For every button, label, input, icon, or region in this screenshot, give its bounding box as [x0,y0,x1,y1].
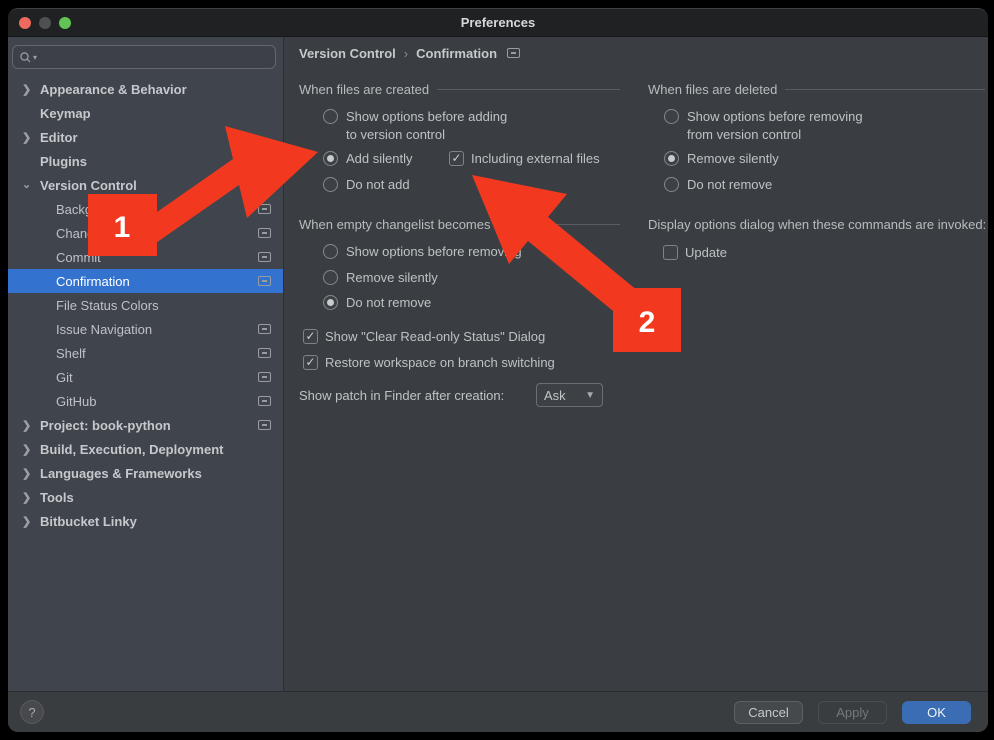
screen-settings-icon [258,396,271,406]
section-empty-changelist: When empty changelist becomes inactive [299,216,620,232]
settings-search-box[interactable]: ▾ [12,45,276,69]
breadcrumb-version-control[interactable]: Version Control [299,46,396,61]
settings-sidebar: ▾ ❯Appearance & Behavior Keymap ❯Editor … [8,37,284,691]
chevron-right-icon: ❯ [22,515,40,528]
minimize-icon[interactable] [39,17,51,29]
radio-icon[interactable] [664,177,679,192]
sidebar-item-tools[interactable]: ❯Tools [8,485,283,509]
zoom-icon[interactable] [59,17,71,29]
chevron-down-icon: ⌄ [22,178,40,191]
checkbox-unchecked-icon[interactable] [663,245,678,260]
screen-settings-icon [258,420,271,430]
sidebar-item-background[interactable]: Background [8,197,283,221]
radio-selected-icon[interactable] [323,151,338,166]
sidebar-item-project-book-python[interactable]: ❯Project: book-python [8,413,283,437]
sidebar-item-editor[interactable]: ❯Editor [8,125,283,149]
titlebar: Preferences [8,9,988,37]
radio-icon[interactable] [323,109,338,124]
search-filter-chevron-icon[interactable]: ▾ [33,53,37,62]
sidebar-item-bitbucket-linky[interactable]: ❯Bitbucket Linky [8,509,283,533]
sidebar-item-changelists[interactable]: Changelists [8,221,283,245]
breadcrumb: Version Control › Confirmation [299,43,520,63]
screen-settings-icon [258,228,271,238]
breadcrumb-confirmation: Confirmation [416,46,497,61]
radio-show-options-before-removing[interactable]: Show options before removing [323,243,522,261]
chevron-right-icon: ❯ [22,491,40,504]
dialog-footer: ? Cancel Apply OK [8,691,988,732]
combo-chevron-down-icon: ▼ [585,390,595,401]
checkbox-including-external-files[interactable]: Including external files [449,150,600,168]
checkbox-checked-icon[interactable] [303,329,318,344]
section-display-options-dialog: Display options dialog when these comman… [648,216,988,232]
show-patch-label: Show patch in Finder after creation: [299,387,504,405]
screen-settings-icon [507,48,520,58]
search-input[interactable] [41,50,269,65]
screen-settings-icon [258,348,271,358]
chevron-right-icon: ❯ [22,467,40,480]
screen-settings-icon [258,324,271,334]
ok-button[interactable]: OK [902,701,971,724]
radio-do-not-remove-changelist[interactable]: Do not remove [323,294,431,312]
sidebar-item-github[interactable]: GitHub [8,389,283,413]
apply-button[interactable]: Apply [818,701,887,724]
checkbox-checked-icon[interactable] [449,151,464,166]
sidebar-item-shelf[interactable]: Shelf [8,341,283,365]
cancel-button[interactable]: Cancel [734,701,803,724]
breadcrumb-separator: › [404,46,408,61]
chevron-right-icon: ❯ [22,419,40,432]
search-icon [19,51,32,64]
sidebar-item-git[interactable]: Git [8,365,283,389]
sidebar-item-confirmation[interactable]: Confirmation [8,269,283,293]
preferences-window: Preferences ▾ ❯Appearance & Behavior Key… [8,8,988,732]
radio-icon[interactable] [323,270,338,285]
checkbox-restore-workspace[interactable]: Restore workspace on branch switching [303,354,555,372]
show-patch-combobox[interactable]: Ask ▼ [536,383,603,407]
sidebar-item-version-control[interactable]: ⌄Version Control [8,173,283,197]
radio-do-not-add[interactable]: Do not add [323,176,410,194]
sidebar-item-plugins[interactable]: Plugins [8,149,283,173]
radio-show-options-before-removing-vcs[interactable]: Show options before removingfrom version… [664,108,924,144]
checkbox-update[interactable]: Update [663,244,727,262]
screen-settings-icon [258,276,271,286]
settings-content: Version Control › Confirmation When file… [284,37,988,691]
radio-icon[interactable] [323,177,338,192]
screen-settings-icon [258,204,271,214]
sidebar-item-file-status-colors[interactable]: File Status Colors [8,293,283,317]
window-title: Preferences [461,15,535,30]
sidebar-item-languages-frameworks[interactable]: ❯Languages & Frameworks [8,461,283,485]
chevron-right-icon: ❯ [22,443,40,456]
traffic-lights [19,17,71,29]
radio-selected-icon[interactable] [664,151,679,166]
radio-selected-icon[interactable] [323,295,338,310]
sidebar-item-issue-navigation[interactable]: Issue Navigation [8,317,283,341]
radio-do-not-remove[interactable]: Do not remove [664,176,772,194]
close-icon[interactable] [19,17,31,29]
sidebar-item-keymap[interactable]: Keymap [8,101,283,125]
section-when-files-deleted: When files are deleted [648,81,985,97]
radio-show-options-before-adding[interactable]: Show options before addingto version con… [323,108,573,144]
sidebar-item-build-execution-deployment[interactable]: ❯Build, Execution, Deployment [8,437,283,461]
section-when-files-created: When files are created [299,81,620,97]
screen-settings-icon [258,372,271,382]
sidebar-item-commit[interactable]: Commit [8,245,283,269]
radio-add-silently[interactable]: Add silently [323,150,412,168]
radio-remove-silently[interactable]: Remove silently [664,150,779,168]
radio-remove-silently-changelist[interactable]: Remove silently [323,269,438,287]
checkbox-clear-readonly-dialog[interactable]: Show "Clear Read-only Status" Dialog [303,328,545,346]
radio-icon[interactable] [664,109,679,124]
chevron-right-icon: ❯ [22,131,40,144]
sidebar-item-appearance-behavior[interactable]: ❯Appearance & Behavior [8,77,283,101]
radio-icon[interactable] [323,244,338,259]
settings-tree: ❯Appearance & Behavior Keymap ❯Editor Pl… [8,77,283,533]
help-button[interactable]: ? [20,700,44,724]
screen-settings-icon [258,252,271,262]
chevron-right-icon: ❯ [22,83,40,96]
checkbox-checked-icon[interactable] [303,355,318,370]
